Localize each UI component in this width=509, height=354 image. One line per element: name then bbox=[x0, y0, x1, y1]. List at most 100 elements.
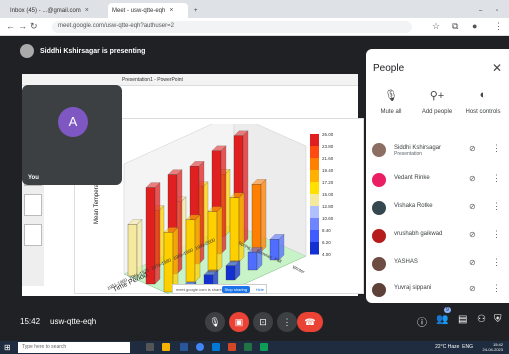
tab-meet[interactable]: Meet - usw-qtte-eqh × bbox=[108, 3, 188, 18]
more-options-icon[interactable]: ⋮ bbox=[492, 229, 501, 240]
stop-sharing-button[interactable]: Stop sharing bbox=[221, 286, 250, 293]
bar-side bbox=[260, 178, 267, 253]
lock-icon[interactable]: ⛨ bbox=[494, 314, 502, 325]
meeting-time: 15:42 bbox=[20, 317, 41, 326]
people-count-badge: 9 bbox=[444, 307, 451, 313]
mic-off-icon: 🎙︎ bbox=[384, 90, 398, 102]
toggle-icon: ◐ bbox=[479, 89, 487, 101]
camera-off-button[interactable]: ▣ bbox=[229, 312, 249, 332]
participant-row[interactable]: Yuvraj sippani ⊘ ⋮ bbox=[366, 277, 509, 305]
colorbar-segment bbox=[310, 218, 319, 231]
colorbar-segment bbox=[310, 146, 319, 159]
activities-icon[interactable]: ⚇ bbox=[477, 314, 486, 325]
colorbar-tick-label: 15.00 bbox=[322, 192, 334, 197]
more-options-icon[interactable]: ⋮ bbox=[492, 143, 501, 154]
mic-off-icon: ⊘ bbox=[469, 174, 476, 183]
bookmark-icon[interactable]: ☆ bbox=[432, 21, 440, 32]
windows-start-icon[interactable]: ⊞ bbox=[4, 343, 11, 352]
excel-icon[interactable] bbox=[244, 343, 252, 351]
present-icon: ⊡ bbox=[259, 317, 267, 327]
system-clock[interactable]: 15:42 24-04-2023 bbox=[483, 342, 503, 352]
participant-row[interactable]: Vedant Rinke ⊘ ⋮ bbox=[366, 167, 509, 195]
more-options-button[interactable]: ⋮ bbox=[277, 312, 297, 332]
colorbar-tick-label: 23.80 bbox=[322, 144, 334, 149]
extensions-icon[interactable]: ⧉ bbox=[452, 21, 458, 32]
forward-icon[interactable]: → bbox=[18, 21, 27, 31]
colorbar-tick-label: 10.60 bbox=[322, 216, 334, 221]
tab-inbox[interactable]: Inbox (45) - ...@gmail.com × bbox=[6, 3, 106, 18]
participant-row[interactable]: vrushabh gaikwad ⊘ ⋮ bbox=[366, 223, 509, 251]
info-icon[interactable]: ⓘ bbox=[417, 314, 427, 329]
colorbar-tick-label: 8.40 bbox=[322, 228, 331, 233]
bar-side bbox=[136, 219, 143, 277]
colorbar-segment bbox=[310, 242, 319, 255]
share-banner: meet.google.com is sharing a window. Sto… bbox=[172, 284, 267, 294]
presenter-label: Siddhi Kshirsagar is presenting bbox=[40, 47, 146, 55]
present-button[interactable]: ⊡ bbox=[253, 312, 273, 332]
hide-banner-button[interactable]: Hide bbox=[256, 287, 264, 292]
close-tab-icon[interactable]: × bbox=[85, 7, 89, 14]
participant-avatar bbox=[372, 201, 386, 215]
minimize-icon[interactable]: – bbox=[475, 3, 486, 18]
participant-row[interactable]: YASHAS ⊘ ⋮ bbox=[366, 251, 509, 279]
mic-off-icon: ⊘ bbox=[469, 202, 476, 211]
colorbar-tick-label: 26.00 bbox=[322, 132, 334, 137]
taskbar-search[interactable]: Type here to search bbox=[18, 342, 130, 353]
chart-bar bbox=[225, 260, 241, 281]
more-options-icon[interactable]: ⋮ bbox=[492, 257, 501, 268]
self-avatar: A bbox=[58, 107, 88, 137]
self-video-tile[interactable]: A You bbox=[22, 85, 122, 185]
reload-icon[interactable]: ↻ bbox=[30, 21, 38, 32]
participant-row[interactable]: Vishaka Rotke ⊘ ⋮ bbox=[366, 195, 509, 223]
url-field[interactable]: meet.google.com/usw-qtte-eqh?authuser=2 bbox=[52, 21, 412, 33]
mute-all-button[interactable]: 🎙︎ Mute all bbox=[368, 89, 414, 115]
maximize-icon[interactable]: ▫ bbox=[492, 3, 502, 18]
word-icon[interactable] bbox=[180, 343, 188, 351]
slide-thumbnail bbox=[24, 194, 42, 216]
more-options-icon[interactable]: ⋮ bbox=[492, 201, 501, 212]
bar-side bbox=[216, 206, 223, 273]
clock-date: 24-04-2023 bbox=[482, 347, 503, 352]
file-explorer-icon[interactable] bbox=[162, 343, 170, 351]
mic-button[interactable]: 🎙︎ bbox=[205, 312, 225, 332]
close-tab-icon[interactable]: × bbox=[169, 7, 173, 14]
task-view-icon[interactable] bbox=[146, 343, 154, 351]
camera-off-icon: ▣ bbox=[234, 317, 244, 327]
menu-icon[interactable]: ⋮ bbox=[494, 21, 503, 32]
bar-side bbox=[238, 192, 245, 263]
app-icon[interactable] bbox=[260, 343, 268, 351]
more-options-icon[interactable]: ⋮ bbox=[492, 283, 501, 294]
edge-icon[interactable] bbox=[212, 343, 220, 351]
back-icon[interactable]: ← bbox=[6, 21, 15, 31]
people-icon[interactable]: 👥 bbox=[436, 314, 448, 325]
new-tab-button[interactable]: + bbox=[190, 3, 202, 18]
chrome-icon[interactable] bbox=[196, 343, 204, 351]
browser-tab-bar: Inbox (45) - ...@gmail.com × Meet - usw-q… bbox=[0, 0, 509, 18]
host-controls-button[interactable]: ◐ Host controls bbox=[460, 89, 506, 115]
participant-avatar bbox=[372, 283, 386, 297]
colorbar-segment bbox=[310, 230, 319, 243]
meeting-controls-bar: 15:42 usw-qtte-eqh 🎙︎ ▣ ⊡ ⋮ ☎ ⓘ 👥 9 ▤ ⚇ … bbox=[0, 305, 509, 341]
more-vert-icon: ⋮ bbox=[282, 317, 292, 327]
more-options-icon[interactable]: ⋮ bbox=[492, 173, 501, 184]
powerpoint-title: Presentation1 - PowerPoint bbox=[122, 77, 183, 83]
language-label: ENG bbox=[462, 344, 473, 350]
close-icon[interactable]: ✕ bbox=[492, 61, 502, 75]
chat-icon[interactable]: ▤ bbox=[458, 314, 467, 325]
hang-up-icon: ☎ bbox=[304, 317, 316, 327]
participant-avatar bbox=[372, 229, 386, 243]
colorbar-tick-label: 19.40 bbox=[322, 168, 334, 173]
leave-call-button[interactable]: ☎ bbox=[297, 312, 323, 332]
profile-icon[interactable]: ● bbox=[472, 21, 477, 31]
add-people-button[interactable]: ⚲+ Add people bbox=[414, 89, 460, 115]
colorbar-tick-label: 17.20 bbox=[322, 180, 334, 185]
bar-front bbox=[247, 252, 258, 271]
people-panel-title: People bbox=[373, 63, 405, 74]
powerpoint-icon[interactable] bbox=[228, 343, 236, 351]
meeting-stage: Siddhi Kshirsagar is presenting Presenta… bbox=[0, 36, 390, 336]
bar-front bbox=[127, 224, 138, 277]
chart-bar bbox=[127, 219, 143, 277]
participant-avatar bbox=[372, 257, 386, 271]
participant-row[interactable]: Siddhi Kshirsagar Presentation ⊘ ⋮ bbox=[366, 137, 509, 165]
people-panel: People ✕ 🎙︎ Mute all ⚲+ Add people ◐ Hos… bbox=[366, 49, 509, 303]
